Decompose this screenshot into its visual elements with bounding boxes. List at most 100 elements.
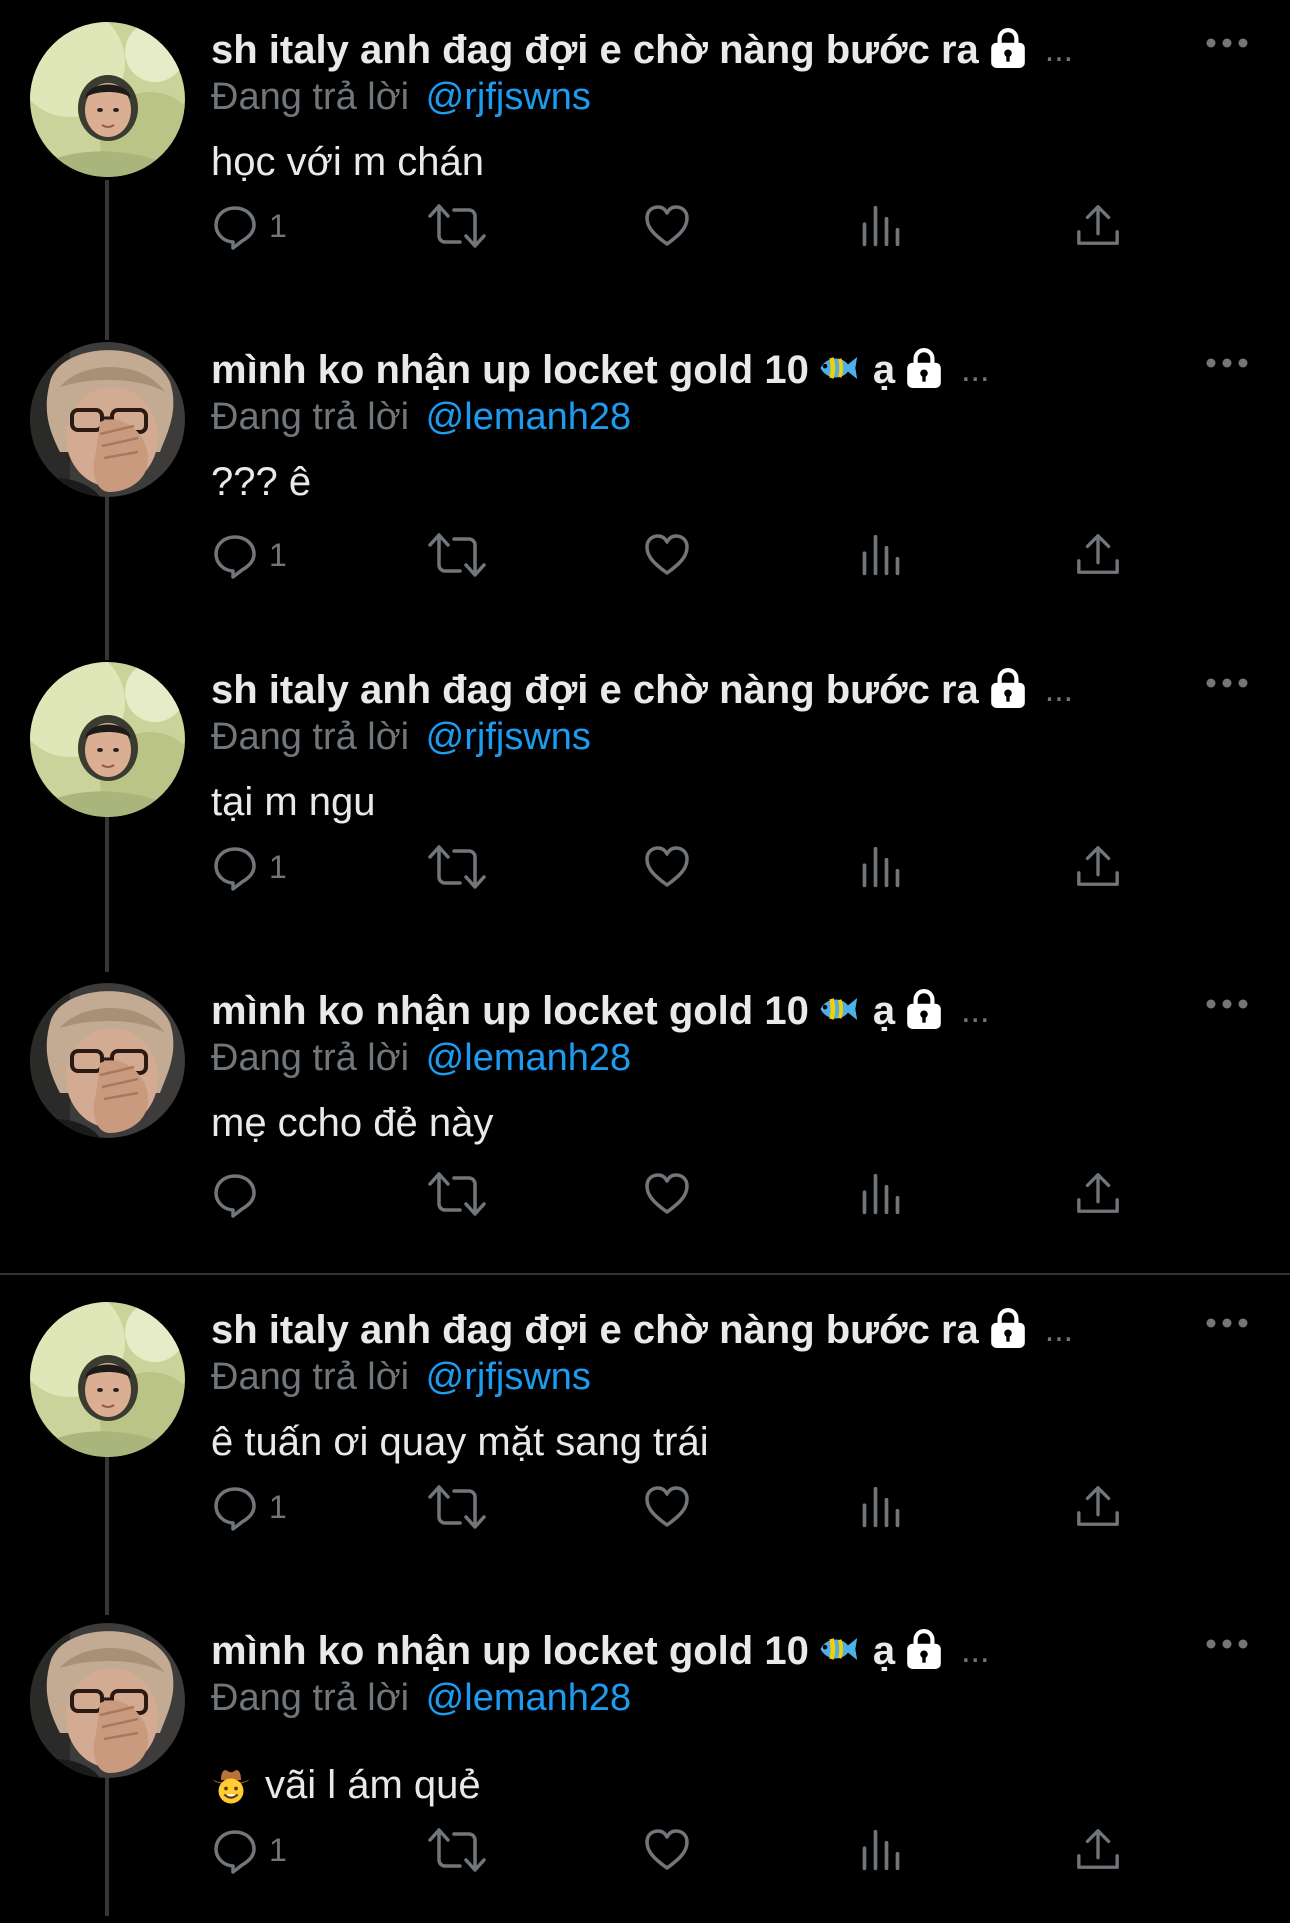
retweet-button[interactable] <box>427 837 487 897</box>
views-button[interactable] <box>859 837 903 897</box>
reply-handle-link[interactable]: @rjfjswns <box>426 76 591 118</box>
name-truncation: ... <box>1044 1310 1074 1349</box>
retweet-button[interactable] <box>427 196 487 256</box>
replying-to: Đang trả lời @lemanh28 <box>211 1677 631 1720</box>
replying-to: Đang trả lời @lemanh28 <box>211 1037 631 1080</box>
reply-button[interactable]: 1 <box>211 1820 287 1880</box>
lock-icon <box>903 988 945 1035</box>
author-row[interactable]: sh italy anh đag đợi e chờ nàng bước ra … <box>211 662 1073 718</box>
share-button[interactable] <box>1075 837 1121 897</box>
views-button[interactable] <box>859 525 903 585</box>
reply-icon <box>211 531 259 579</box>
like-button[interactable] <box>643 525 691 585</box>
like-button[interactable] <box>643 196 691 256</box>
author-row[interactable]: mình ko nhận up locket gold 10 ạ ... <box>211 342 989 398</box>
author-row[interactable]: sh italy anh đag đợi e chờ nàng bước ra … <box>211 22 1073 78</box>
fish-emoji-icon <box>815 992 859 1031</box>
reply-handle-link[interactable]: @lemanh28 <box>426 1677 631 1719</box>
share-button[interactable] <box>1075 1164 1121 1224</box>
more-icon <box>1205 356 1249 373</box>
like-button[interactable] <box>643 837 691 897</box>
tweet-text: mẹ ccho đẻ này <box>211 1101 493 1146</box>
tweet-text: học với m chán <box>211 140 484 185</box>
avatar[interactable] <box>30 1302 185 1457</box>
views-button[interactable] <box>859 196 903 256</box>
display-name[interactable]: sh italy anh đag đợi e chờ nàng bước ra <box>211 1308 979 1353</box>
more-icon <box>1205 1316 1249 1333</box>
tweet-text-content: mẹ ccho đẻ này <box>211 1101 494 1145</box>
tweet-actions: 1 <box>211 1820 1171 1880</box>
tweet[interactable]: mình ko nhận up locket gold 10 ạ ... Đan… <box>0 983 1290 1283</box>
tweet[interactable]: sh italy anh đag đợi e chờ nàng bước ra … <box>0 22 1290 322</box>
avatar[interactable] <box>30 1623 185 1778</box>
more-options-button[interactable] <box>1205 997 1249 1017</box>
reply-button[interactable]: 1 <box>211 837 287 897</box>
avatar[interactable] <box>30 983 185 1138</box>
replying-to: Đang trả lời @rjfjswns <box>211 1356 591 1399</box>
more-options-button[interactable] <box>1205 356 1249 376</box>
author-row[interactable]: mình ko nhận up locket gold 10 ạ ... <box>211 983 989 1039</box>
reply-icon <box>211 1170 259 1218</box>
display-name-suffix: ạ <box>872 347 896 392</box>
reply-icon <box>211 202 259 250</box>
avatar[interactable] <box>30 662 185 817</box>
tweet-text: vãi l ám quẻ <box>211 1763 481 1808</box>
more-options-button[interactable] <box>1205 1637 1249 1657</box>
lock-icon <box>987 27 1029 74</box>
share-button[interactable] <box>1075 1477 1121 1537</box>
replying-to-label: Đang trả lời <box>211 1677 410 1719</box>
views-button[interactable] <box>859 1477 903 1537</box>
share-button[interactable] <box>1075 1820 1121 1880</box>
retweet-button[interactable] <box>427 1477 487 1537</box>
views-icon <box>859 533 903 577</box>
reply-count: 1 <box>269 207 287 244</box>
reply-icon <box>211 1483 259 1531</box>
replying-to: Đang trả lời @rjfjswns <box>211 76 591 119</box>
display-name[interactable]: sh italy anh đag đợi e chờ nàng bước ra <box>211 28 979 73</box>
like-button[interactable] <box>643 1477 691 1537</box>
retweet-button[interactable] <box>427 525 487 585</box>
more-options-button[interactable] <box>1205 36 1249 56</box>
like-button[interactable] <box>643 1820 691 1880</box>
share-button[interactable] <box>1075 196 1121 256</box>
display-name[interactable]: mình ko nhận up locket gold 10 <box>211 989 809 1034</box>
share-icon <box>1075 203 1121 249</box>
reply-handle-link[interactable]: @lemanh28 <box>426 1037 631 1079</box>
author-row[interactable]: sh italy anh đag đợi e chờ nàng bước ra … <box>211 1302 1073 1358</box>
display-name-suffix: ạ <box>872 1628 896 1673</box>
views-button[interactable] <box>859 1820 903 1880</box>
retweet-button[interactable] <box>427 1164 487 1224</box>
reply-button[interactable]: 1 <box>211 196 287 256</box>
reply-button[interactable] <box>211 1164 269 1224</box>
retweet-button[interactable] <box>427 1820 487 1880</box>
reply-button[interactable]: 1 <box>211 1477 287 1537</box>
like-button[interactable] <box>643 1164 691 1224</box>
name-truncation: ... <box>961 350 990 389</box>
retweet-icon <box>427 202 487 250</box>
like-icon <box>643 1170 691 1218</box>
reply-handle-link[interactable]: @rjfjswns <box>426 716 591 758</box>
reply-handle-link[interactable]: @lemanh28 <box>426 396 631 438</box>
reply-button[interactable]: 1 <box>211 525 287 585</box>
more-options-button[interactable] <box>1205 676 1249 696</box>
display-name[interactable]: sh italy anh đag đợi e chờ nàng bước ra <box>211 668 979 713</box>
lock-icon <box>987 667 1029 714</box>
views-button[interactable] <box>859 1164 903 1224</box>
reply-handle-link[interactable]: @rjfjswns <box>426 1356 591 1398</box>
views-icon <box>859 1485 903 1529</box>
author-row[interactable]: mình ko nhận up locket gold 10 ạ ... <box>211 1623 989 1679</box>
reply-icon <box>211 843 259 891</box>
display-name[interactable]: mình ko nhận up locket gold 10 <box>211 1629 809 1674</box>
tweet[interactable]: sh italy anh đag đợi e chờ nàng bước ra … <box>0 1302 1290 1602</box>
display-name[interactable]: mình ko nhận up locket gold 10 <box>211 348 809 393</box>
avatar[interactable] <box>30 342 185 497</box>
like-icon <box>643 531 691 579</box>
share-icon <box>1075 532 1121 578</box>
tweet[interactable]: mình ko nhận up locket gold 10 ạ ... Đan… <box>0 342 1290 642</box>
avatar[interactable] <box>30 22 185 177</box>
tweet-actions: 1 <box>211 196 1171 256</box>
more-options-button[interactable] <box>1205 1316 1249 1336</box>
share-button[interactable] <box>1075 525 1121 585</box>
tweet[interactable]: sh italy anh đag đợi e chờ nàng bước ra … <box>0 662 1290 962</box>
lock-icon <box>987 1307 1029 1354</box>
